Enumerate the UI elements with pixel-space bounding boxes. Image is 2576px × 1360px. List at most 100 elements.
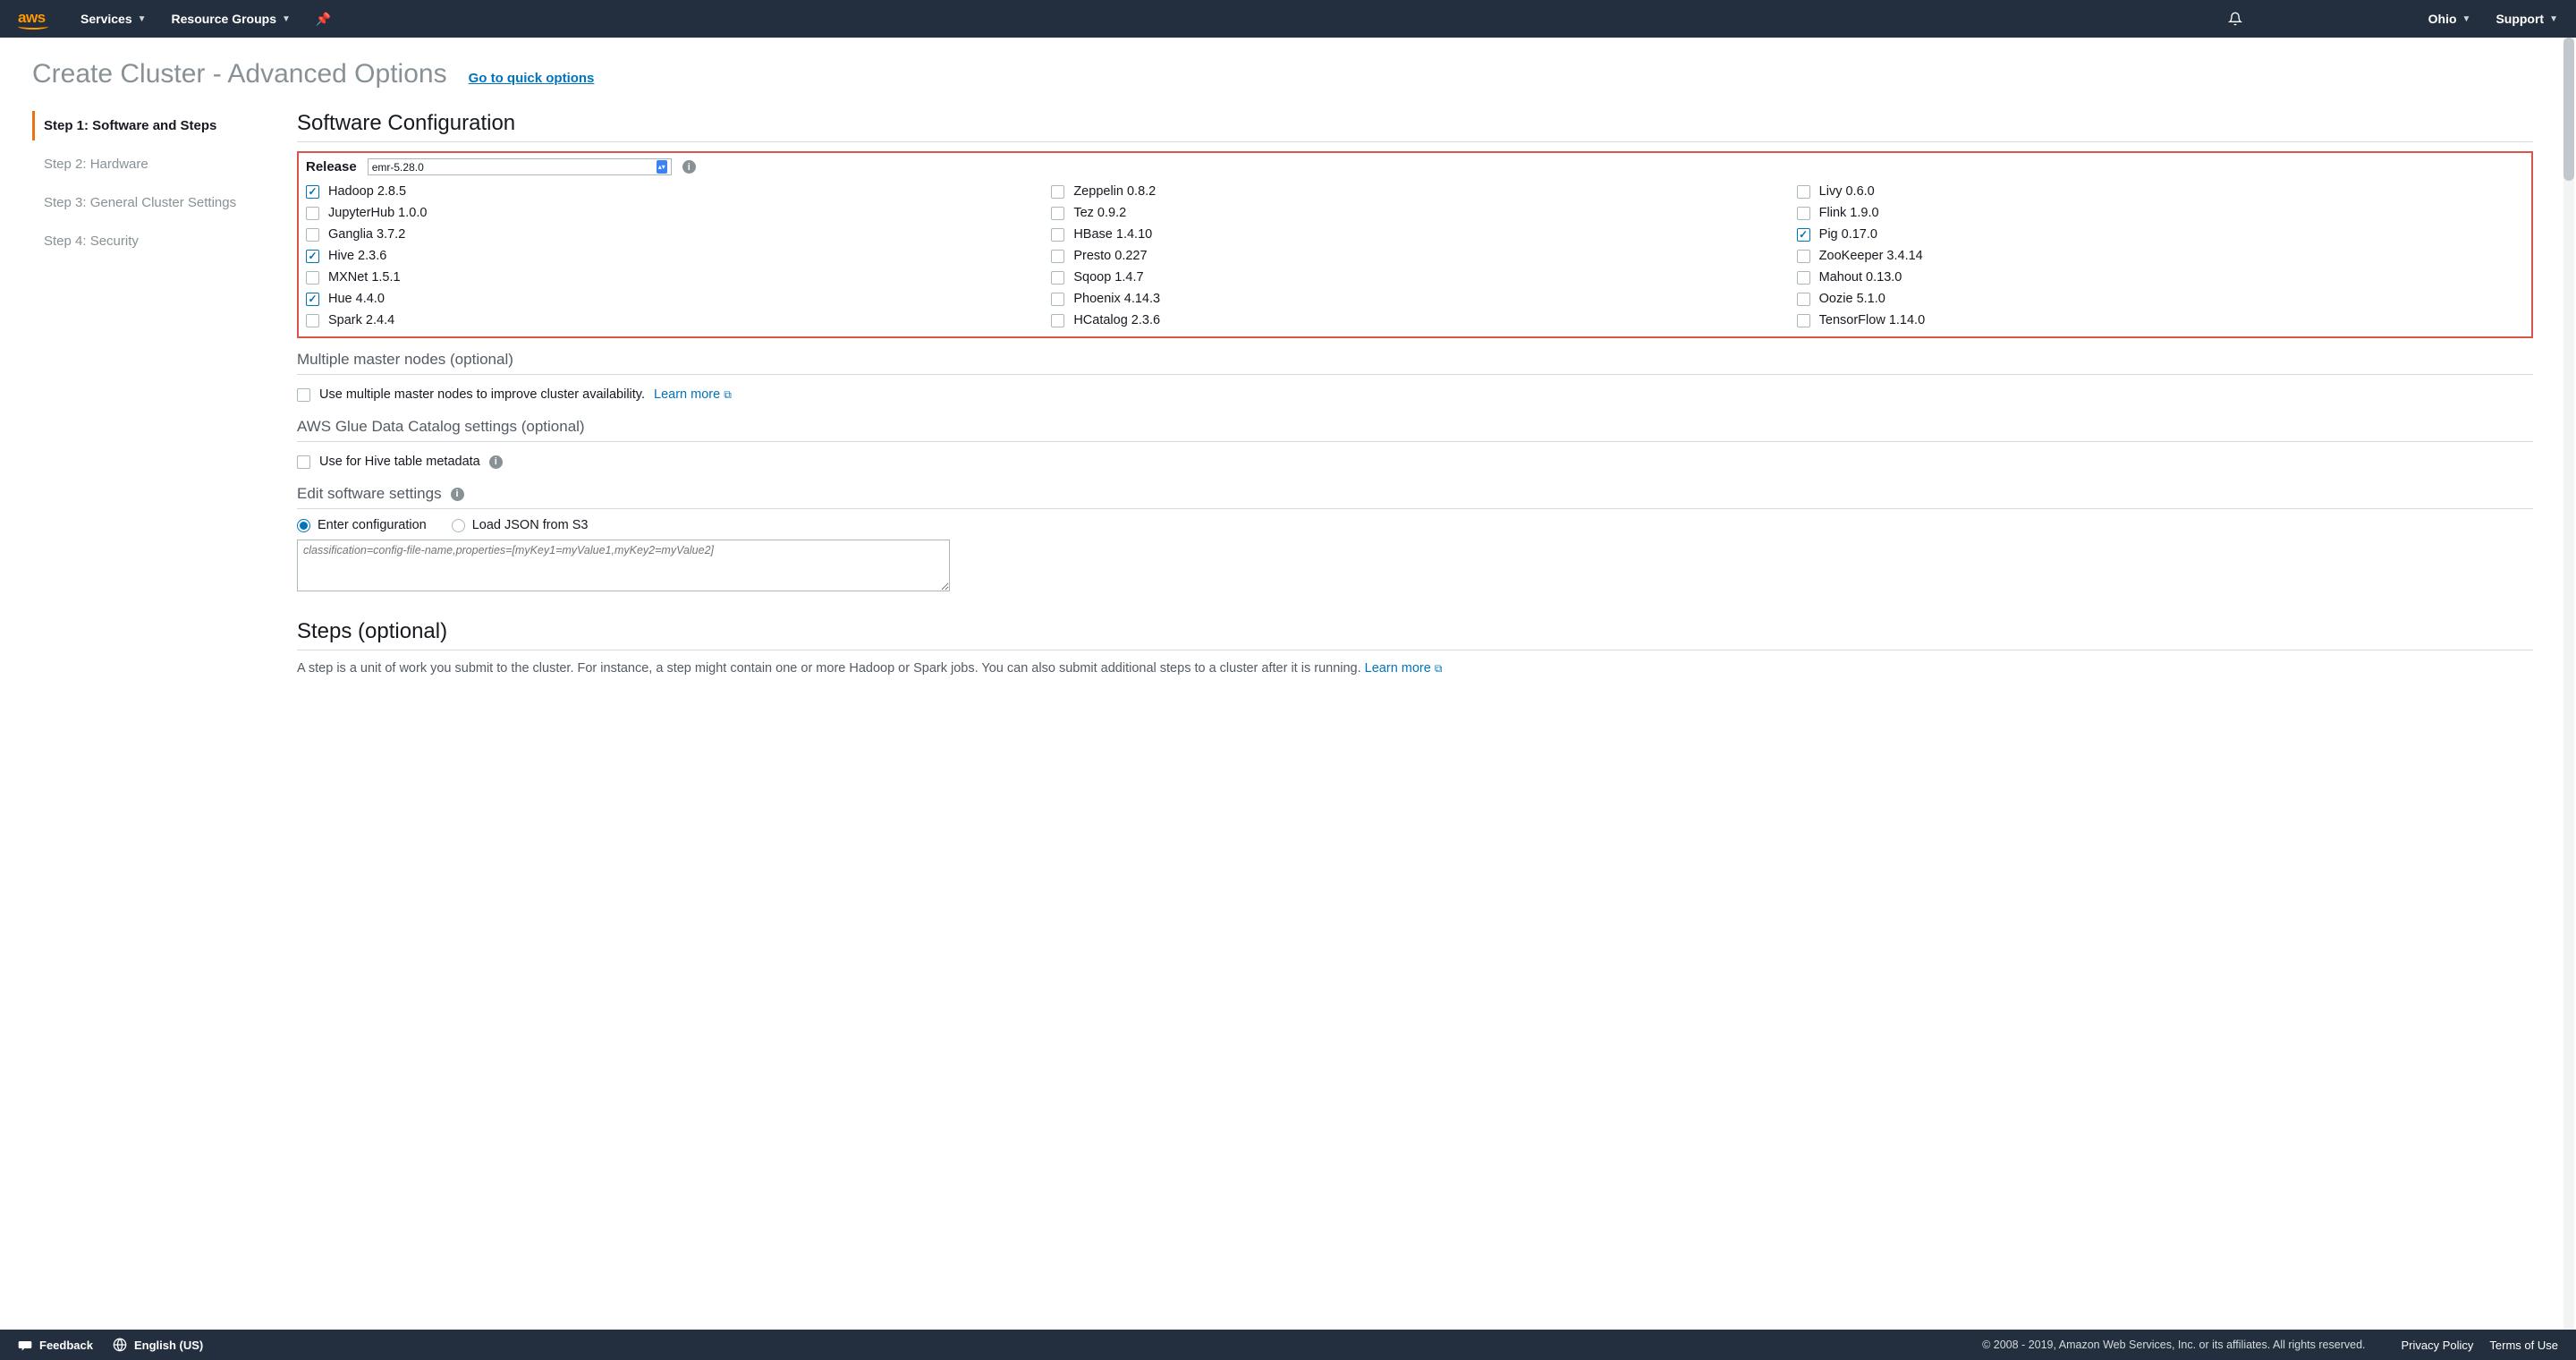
radio-enter-config-label: Enter configuration <box>318 518 427 532</box>
app-label: Livy 0.6.0 <box>1819 184 1875 199</box>
software-app-item[interactable]: Pig 0.17.0 <box>1797 225 2524 243</box>
software-app-item[interactable]: Phoenix 4.14.3 <box>1051 290 1778 308</box>
multi-master-row: Use multiple master nodes to improve clu… <box>297 384 2533 405</box>
app-checkbox[interactable] <box>1797 293 1810 306</box>
app-checkbox[interactable] <box>1797 185 1810 199</box>
app-checkbox[interactable] <box>306 250 319 263</box>
multi-master-heading: Multiple master nodes (optional) <box>297 351 2533 369</box>
software-app-item[interactable]: HBase 1.4.10 <box>1051 225 1778 243</box>
software-app-item[interactable]: Hue 4.4.0 <box>306 290 1033 308</box>
step-label: Step 1: Software and Steps <box>44 118 216 133</box>
software-app-item[interactable]: Mahout 0.13.0 <box>1797 268 2524 286</box>
quick-options-link[interactable]: Go to quick options <box>469 71 595 86</box>
app-label: MXNet 1.5.1 <box>328 270 401 285</box>
app-checkbox[interactable] <box>306 293 319 306</box>
app-label: Hue 4.4.0 <box>328 292 385 306</box>
app-checkbox[interactable] <box>1051 293 1064 306</box>
app-checkbox[interactable] <box>306 185 319 199</box>
caret-down-icon: ▼ <box>2549 14 2558 24</box>
bell-icon <box>2228 12 2242 26</box>
wizard-sidebar: Step 1: Software and Steps Step 2: Hardw… <box>32 111 265 713</box>
app-checkbox[interactable] <box>1797 207 1810 220</box>
app-checkbox[interactable] <box>1797 250 1810 263</box>
app-label: Phoenix 4.14.3 <box>1073 292 1160 306</box>
app-label: Oozie 5.1.0 <box>1819 292 1885 306</box>
pin-icon: 📌 <box>316 12 331 27</box>
software-app-item[interactable]: Spark 2.4.4 <box>306 311 1033 329</box>
radio-enter-config[interactable]: Enter configuration <box>297 518 427 532</box>
software-app-item[interactable]: Tez 0.9.2 <box>1051 204 1778 222</box>
software-app-item[interactable]: TensorFlow 1.14.0 <box>1797 311 2524 329</box>
release-select[interactable]: emr-5.28.0 ▴▾ <box>368 158 672 175</box>
terms-link[interactable]: Terms of Use <box>2489 1339 2558 1352</box>
app-checkbox[interactable] <box>1051 250 1064 263</box>
software-app-item[interactable]: Hive 2.3.6 <box>306 247 1033 265</box>
software-apps-grid: Hadoop 2.8.5 Zeppelin 0.8.2 Livy 0.6.0 Jupy… <box>306 183 2524 329</box>
nav-resource-groups[interactable]: Resource Groups ▼ <box>172 12 291 26</box>
privacy-link[interactable]: Privacy Policy <box>2402 1339 2474 1352</box>
multi-master-learn-more-link[interactable]: Learn more ⧉ <box>654 387 732 402</box>
step-2-hardware[interactable]: Step 2: Hardware <box>32 149 265 179</box>
step-label: Step 2: Hardware <box>44 157 148 172</box>
step-1-software[interactable]: Step 1: Software and Steps <box>32 111 265 140</box>
info-icon[interactable]: i <box>489 455 503 469</box>
nav-services[interactable]: Services ▼ <box>80 12 147 26</box>
nav-notifications[interactable] <box>2228 12 2242 26</box>
app-label: HCatalog 2.3.6 <box>1073 313 1160 327</box>
app-label: Pig 0.17.0 <box>1819 227 1877 242</box>
app-checkbox[interactable] <box>1797 228 1810 242</box>
nav-support[interactable]: Support ▼ <box>2496 12 2558 26</box>
app-checkbox[interactable] <box>1051 314 1064 327</box>
software-app-item[interactable]: MXNet 1.5.1 <box>306 268 1033 286</box>
software-app-item[interactable]: Presto 0.227 <box>1051 247 1778 265</box>
radio-load-json[interactable]: Load JSON from S3 <box>452 518 589 532</box>
app-checkbox[interactable] <box>1051 228 1064 242</box>
software-app-item[interactable]: Flink 1.9.0 <box>1797 204 2524 222</box>
app-checkbox[interactable] <box>1051 271 1064 285</box>
glue-row: Use for Hive table metadata i <box>297 451 2533 472</box>
aws-logo-text: aws <box>18 9 46 26</box>
config-textarea[interactable] <box>297 540 950 591</box>
app-checkbox[interactable] <box>306 228 319 242</box>
nav-region[interactable]: Ohio ▼ <box>2428 12 2471 26</box>
glue-hive-checkbox[interactable] <box>297 455 310 469</box>
app-checkbox[interactable] <box>306 271 319 285</box>
steps-learn-more-link[interactable]: Learn more ⧉ <box>1365 661 1443 676</box>
scrollbar-thumb[interactable] <box>2563 38 2574 181</box>
glue-label: Use for Hive table metadata <box>319 455 480 469</box>
vertical-scrollbar[interactable] <box>2563 38 2574 1330</box>
feedback-label: Feedback <box>39 1339 93 1352</box>
software-app-item[interactable]: Ganglia 3.7.2 <box>306 225 1033 243</box>
app-checkbox[interactable] <box>306 314 319 327</box>
language-button[interactable]: English (US) <box>113 1338 203 1352</box>
software-app-item[interactable]: JupyterHub 1.0.0 <box>306 204 1033 222</box>
info-icon[interactable]: i <box>682 160 696 174</box>
app-checkbox[interactable] <box>1797 271 1810 285</box>
software-app-item[interactable]: Oozie 5.1.0 <box>1797 290 2524 308</box>
software-app-item[interactable]: HCatalog 2.3.6 <box>1051 311 1778 329</box>
software-app-item[interactable]: Livy 0.6.0 <box>1797 183 2524 200</box>
nav-pin-button[interactable]: 📌 <box>316 12 331 27</box>
learn-more-text: Learn more <box>654 387 720 402</box>
info-icon[interactable]: i <box>451 488 464 501</box>
feedback-button[interactable]: Feedback <box>18 1338 93 1352</box>
software-app-item[interactable]: Hadoop 2.8.5 <box>306 183 1033 200</box>
app-checkbox[interactable] <box>306 207 319 220</box>
software-app-item[interactable]: ZooKeeper 3.4.14 <box>1797 247 2524 265</box>
footer: Feedback English (US) © 2008 - 2019, Ama… <box>0 1330 2576 1360</box>
software-highlight-box: Release emr-5.28.0 ▴▾ i Hadoop 2.8.5Zepp… <box>297 151 2533 338</box>
step-4-security[interactable]: Step 4: Security <box>32 226 265 256</box>
release-select-value: emr-5.28.0 <box>372 161 424 174</box>
app-label: Mahout 0.13.0 <box>1819 270 1902 285</box>
step-3-general[interactable]: Step 3: General Cluster Settings <box>32 188 265 217</box>
software-app-item[interactable]: Zeppelin 0.8.2 <box>1051 183 1778 200</box>
multi-master-checkbox[interactable] <box>297 388 310 402</box>
divider <box>297 374 2533 375</box>
app-label: Hadoop 2.8.5 <box>328 184 406 199</box>
app-checkbox[interactable] <box>1797 314 1810 327</box>
app-checkbox[interactable] <box>1051 185 1064 199</box>
aws-logo[interactable]: aws <box>18 9 48 30</box>
app-checkbox[interactable] <box>1051 207 1064 220</box>
copyright-text: © 2008 - 2019, Amazon Web Services, Inc.… <box>1982 1339 2365 1351</box>
software-app-item[interactable]: Sqoop 1.4.7 <box>1051 268 1778 286</box>
